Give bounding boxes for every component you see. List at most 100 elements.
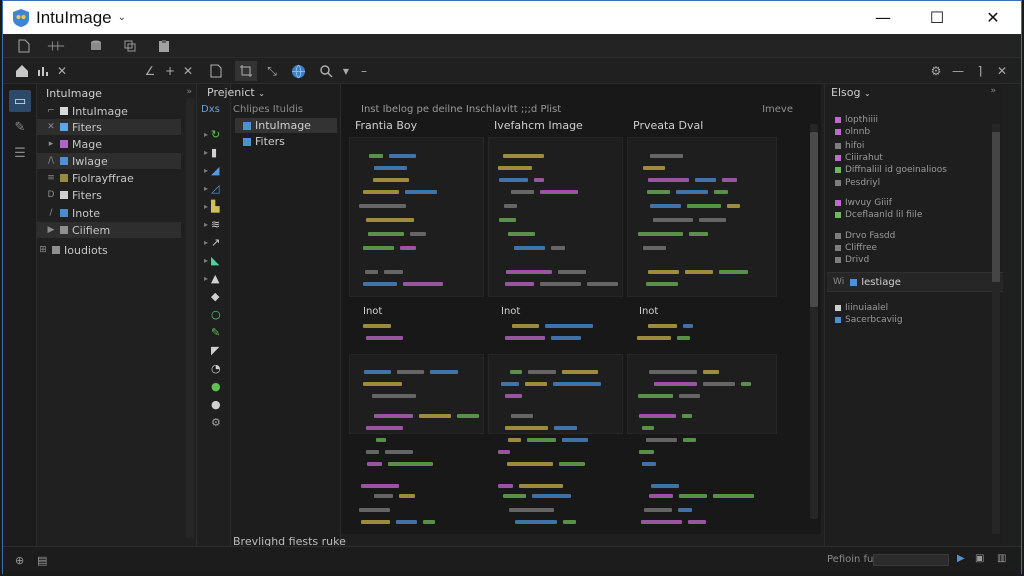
refresh-icon[interactable]: ▸ ↻	[204, 126, 226, 142]
explorer-item[interactable]: ≡ Fiolrayffrae	[37, 170, 181, 186]
tree-toggle-icon[interactable]: ▸	[45, 139, 57, 149]
code-pane-4[interactable]	[349, 354, 484, 434]
close-tab-icon[interactable]: ✕	[53, 63, 71, 79]
tree-toggle-icon[interactable]: ≡	[45, 173, 57, 183]
explorer-item[interactable]: ⊞ Ioudiots	[37, 242, 181, 258]
close-icon[interactable]: ✕	[179, 63, 197, 79]
explorer-item[interactable]: ✕ Fiters	[37, 119, 181, 135]
explorer-item[interactable]: D Fiters	[37, 187, 181, 203]
right-panel-item[interactable]: Pesdriyl	[835, 177, 880, 189]
close-button[interactable]: ✕	[965, 1, 1021, 34]
new-file-icon[interactable]	[15, 38, 33, 54]
close-panel-icon[interactable]: ✕	[993, 63, 1011, 79]
pin-icon[interactable]: »	[186, 87, 192, 97]
page-icon[interactable]: ▸ ▮	[204, 144, 226, 160]
code-line	[647, 190, 670, 194]
explorer-item[interactable]: ▸ Mage	[37, 136, 181, 152]
project-item[interactable]: IntuImage	[235, 118, 337, 133]
right-panel-section[interactable]: Wi Iestiage	[827, 272, 1003, 292]
tree-toggle-icon[interactable]: /	[45, 208, 57, 218]
stamp-icon[interactable]: ▸ ▲	[204, 270, 226, 286]
section-item[interactable]: Sacerbcaviig	[835, 314, 903, 326]
explorer-item[interactable]: ⌐ IntuImage	[37, 103, 181, 119]
document-icon[interactable]	[207, 63, 225, 79]
palette-glyph: ◿	[211, 181, 220, 195]
explorer-scrollbar[interactable]	[186, 98, 194, 538]
save-icon[interactable]: ▣	[975, 553, 984, 564]
globe-icon[interactable]	[289, 63, 307, 79]
add-icon[interactable]: +	[161, 63, 179, 79]
drop-icon[interactable]: ◆	[204, 288, 226, 304]
tree-toggle-icon[interactable]: ✕	[45, 122, 57, 132]
tree-toggle-icon[interactable]: ⌐	[45, 106, 57, 116]
resize-icon[interactable]: ⤡	[263, 63, 281, 79]
column-header-1[interactable]: Frantia Boy	[355, 119, 417, 132]
home-icon[interactable]	[13, 63, 31, 79]
chart-icon[interactable]	[35, 63, 53, 79]
column-header-3[interactable]: Prveata Dval	[633, 119, 703, 132]
right-panel-item[interactable]: Drvo Fasdd	[835, 230, 895, 242]
minimize-button[interactable]: —	[855, 1, 911, 34]
maximize-button[interactable]: ☐	[909, 1, 965, 34]
chevron-down-icon[interactable]: ⌄	[118, 12, 126, 23]
project-item[interactable]: Fiters	[235, 134, 337, 149]
frame-icon[interactable]: ▸ ▙	[204, 198, 226, 214]
explorer-item[interactable]: / Inote	[37, 205, 181, 221]
palette-tab[interactable]: Dxs	[201, 104, 220, 115]
explorer-view-icon[interactable]: ▭	[9, 90, 31, 112]
tree-toggle-icon[interactable]: /\	[45, 156, 57, 166]
minus-icon[interactable]: –	[355, 63, 373, 79]
section-item[interactable]: Iiinuiaalel	[835, 302, 888, 314]
right-panel-title[interactable]: Elsog ⌄	[831, 86, 871, 99]
arc-icon[interactable]: ▸ ◣	[204, 252, 226, 268]
spin-icon[interactable]: ◔	[204, 360, 226, 376]
globe-icon[interactable]: ⊕	[15, 554, 24, 567]
pin-icon[interactable]: ⌉	[971, 63, 989, 79]
path-icon[interactable]: ▸ ≋	[204, 216, 226, 232]
explorer-item[interactable]: ▶ Ciifiem	[37, 222, 181, 238]
status-input[interactable]	[873, 554, 949, 566]
crop-icon[interactable]	[235, 61, 257, 81]
clip-icon[interactable]: ◤	[204, 342, 226, 358]
curve-icon[interactable]: ▸ ↗	[204, 234, 226, 250]
clipboard-icon[interactable]	[155, 38, 173, 54]
fill-icon[interactable]: ●	[204, 378, 226, 394]
ring-icon[interactable]: ○	[204, 306, 226, 322]
right-panel-item[interactable]: Ciiirahut	[835, 152, 883, 164]
layers-icon[interactable]	[121, 38, 139, 54]
flip-icon[interactable]: ▸ ◢	[204, 162, 226, 178]
settings-icon[interactable]: ⚙	[927, 63, 945, 79]
tree-toggle-icon[interactable]: ⊞	[37, 245, 49, 255]
right-panel-scroll-thumb[interactable]	[992, 132, 1000, 282]
database-icon[interactable]	[87, 38, 105, 54]
right-panel-item[interactable]: Diffnaliil id goeinalioos	[835, 164, 947, 176]
explorer-item[interactable]: /\ Iwlage	[37, 153, 181, 169]
editor-area[interactable]: Inst Ibelog pe deilne Inschlavitt ;;;d P…	[341, 84, 821, 534]
column-header-2[interactable]: Ivefahcm Image	[494, 119, 583, 132]
brush-icon[interactable]: ✎	[204, 324, 226, 340]
split-view-icon[interactable]	[47, 38, 65, 54]
chevron-down-icon[interactable]: ▼	[337, 63, 355, 79]
right-panel-item[interactable]: Dceflaanld lil fiile	[835, 209, 922, 221]
pin-icon[interactable]: »	[990, 86, 996, 96]
notes-icon[interactable]: ▤	[37, 554, 47, 567]
brush-tool-icon[interactable]: ✎	[9, 116, 31, 138]
right-panel-item[interactable]: Drivd	[835, 254, 869, 266]
tree-toggle-icon[interactable]: ▶	[45, 225, 57, 235]
search-icon[interactable]	[317, 63, 335, 79]
settings-list-icon[interactable]: ☰	[9, 142, 31, 164]
triangle-icon[interactable]: ▸ ◿	[204, 180, 226, 196]
right-panel-item[interactable]: hifoi	[835, 140, 864, 152]
play-icon[interactable]: ▶	[957, 553, 965, 564]
gear-icon[interactable]: ⚙	[204, 414, 226, 430]
right-panel-item[interactable]: Cliffree	[835, 242, 877, 254]
edit-icon[interactable]: ∠	[141, 63, 159, 79]
dot-icon[interactable]: ●	[204, 396, 226, 412]
editor-scroll-thumb[interactable]	[810, 132, 818, 307]
right-panel-item[interactable]: olnnb	[835, 126, 870, 138]
folder-icon[interactable]: ▥	[997, 553, 1006, 564]
tree-toggle-icon[interactable]: D	[45, 190, 57, 200]
right-panel-item[interactable]: lopthiiii	[835, 114, 878, 126]
collapse-icon[interactable]: —	[949, 63, 967, 79]
right-panel-item[interactable]: Iwvuy Giiif	[835, 197, 892, 209]
